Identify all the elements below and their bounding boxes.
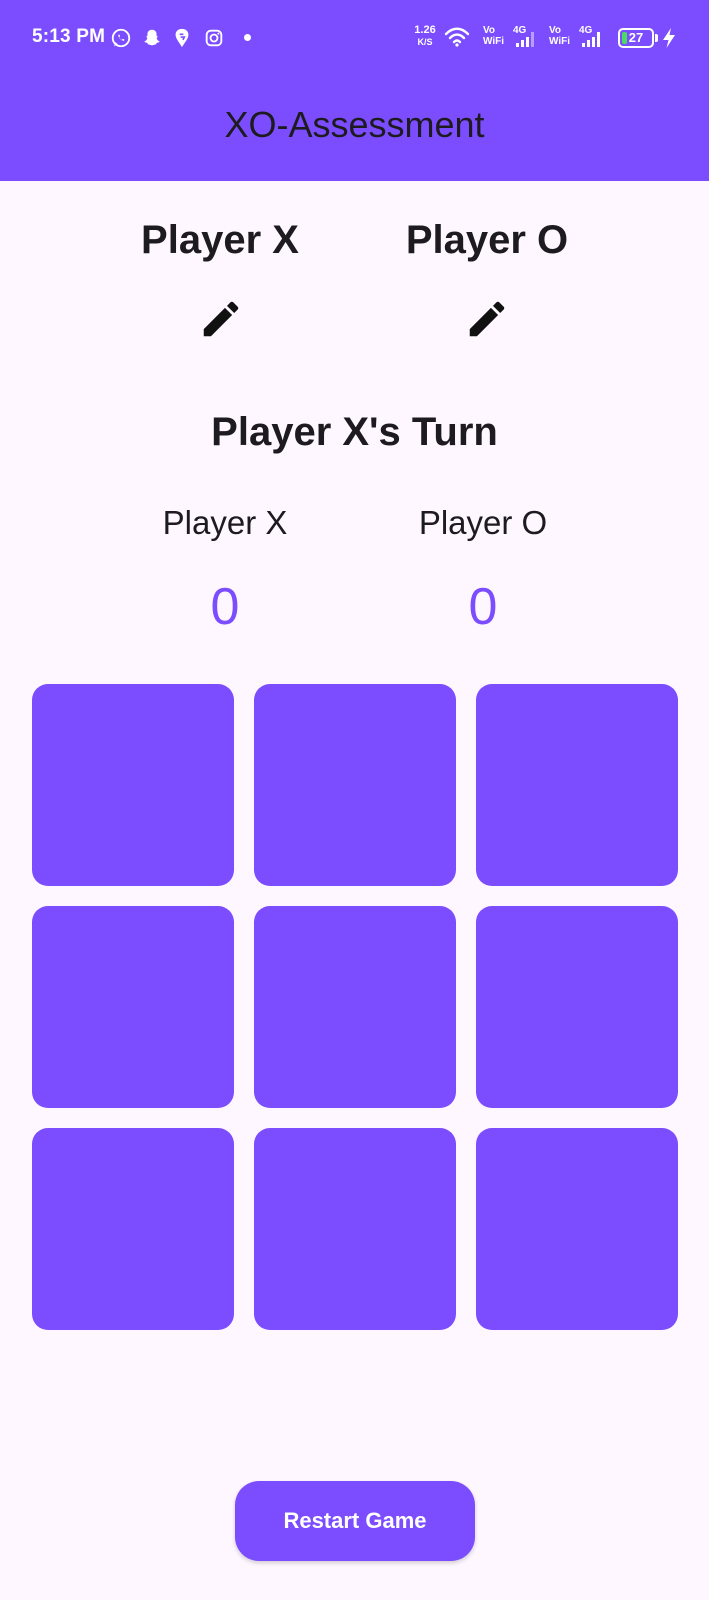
battery-level: 27 (628, 30, 644, 45)
score-player-o-label: Player O (418, 504, 548, 541)
status-time: 5:13 PM (32, 26, 106, 47)
more-notifications-dot (244, 34, 251, 41)
battery-tip (655, 34, 658, 42)
restart-game-button[interactable]: Restart Game (235, 1481, 475, 1561)
pencil-icon (203, 301, 239, 337)
app-title: XO-Assessment (224, 104, 485, 145)
signal-icon: 4G (513, 25, 534, 47)
game-board (32, 684, 678, 1330)
turn-indicator: Player X's Turn (211, 410, 498, 454)
score-player-x-value: 0 (210, 578, 240, 636)
board-cell[interactable] (254, 906, 456, 1108)
wifi-icon (444, 27, 470, 47)
whatsapp-icon (111, 28, 131, 48)
vowifi-indicator-1: Vo WiFi (483, 25, 504, 47)
signal-icon: 4G (579, 25, 600, 47)
board-cell[interactable] (254, 1128, 456, 1330)
vowifi-bottom-label: WiFi (549, 36, 571, 47)
status-bar: 5:13 PM 1.26 K/S Vo WiFi 4G Vo WiFi 4G 2… (0, 0, 709, 78)
network-type-label: 4G (513, 25, 527, 36)
player-x-name: Player X (141, 218, 299, 262)
network-speed: 1.26 K/S (408, 24, 442, 48)
board-cell[interactable] (476, 684, 678, 886)
swiggy-icon (175, 28, 189, 48)
battery-icon: 27 (618, 28, 654, 48)
app-bar: XO-Assessment (0, 78, 709, 181)
board-cell[interactable] (32, 1128, 234, 1330)
vowifi-bottom-label: WiFi (483, 36, 505, 47)
score-player-x-label: Player X (162, 504, 288, 541)
score-player-o-value: 0 (468, 578, 498, 636)
network-speed-value: 1.26 (414, 24, 436, 36)
snapchat-icon (144, 29, 160, 46)
board-cell[interactable] (32, 684, 234, 886)
pencil-icon (469, 301, 505, 337)
vowifi-top-label: Vo (483, 25, 496, 36)
edit-player-o-button[interactable] (464, 296, 510, 342)
board-cell[interactable] (476, 906, 678, 1108)
vowifi-indicator-2: Vo WiFi (549, 25, 570, 47)
charging-bolt-icon (663, 28, 675, 48)
vowifi-top-label: Vo (549, 25, 562, 36)
edit-player-x-button[interactable] (198, 296, 244, 342)
network-speed-unit: K/S (417, 37, 433, 47)
board-cell[interactable] (32, 906, 234, 1108)
network-type-label: 4G (579, 25, 593, 36)
board-cell[interactable] (476, 1128, 678, 1330)
board-cell[interactable] (254, 684, 456, 886)
player-o-name: Player O (405, 218, 569, 262)
instagram-icon (205, 29, 223, 47)
